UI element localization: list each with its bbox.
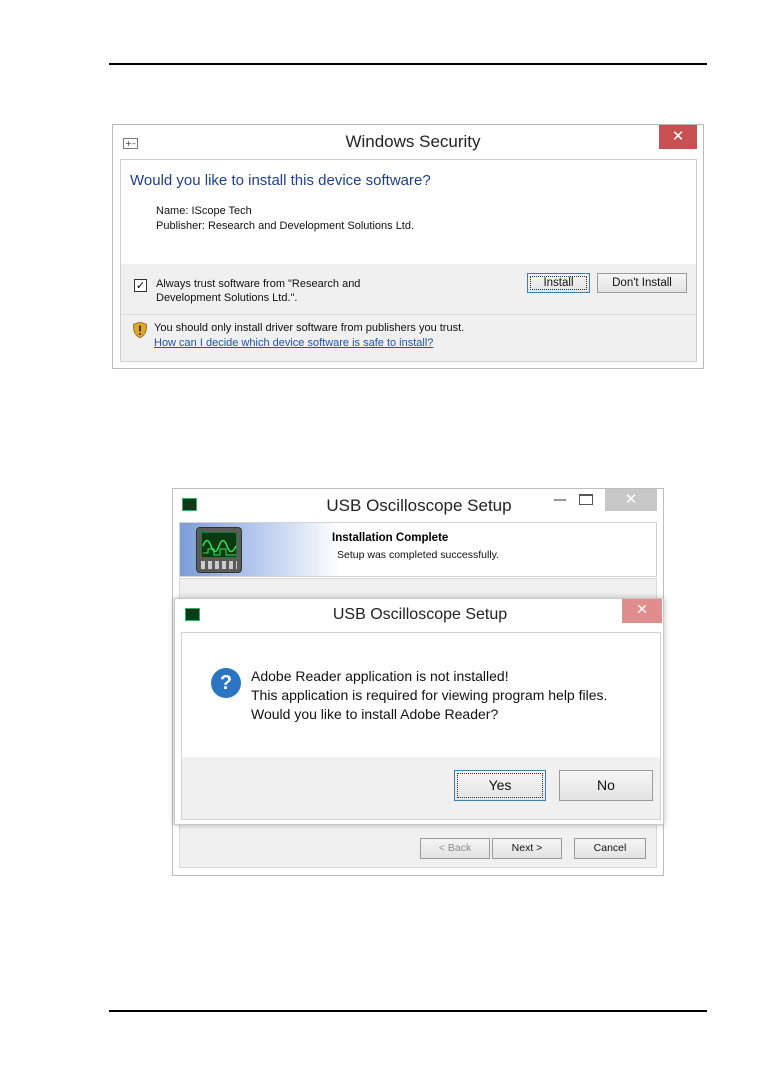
maximize-icon[interactable]: [579, 494, 593, 505]
setup-subheading: Setup was completed successfully.: [337, 549, 500, 561]
next-button[interactable]: Next >: [492, 838, 562, 859]
setup-heading: Installation Complete: [332, 532, 449, 544]
cancel-button[interactable]: Cancel: [574, 838, 646, 859]
message-line: This application is required for viewing…: [251, 687, 608, 703]
install-button[interactable]: Install: [527, 273, 590, 293]
waveform-icon: [202, 539, 237, 556]
close-icon[interactable]: ✕: [622, 599, 662, 623]
scope-knobs: [201, 561, 237, 569]
page-bottom-rule: [109, 1010, 707, 1012]
message-title: USB Oscilloscope Setup: [332, 606, 508, 623]
always-trust-label[interactable]: Always trust software from "Research and…: [156, 277, 396, 305]
divider: [121, 314, 696, 315]
help-link[interactable]: How can I decide which device software i…: [154, 337, 433, 349]
adobe-reader-message-box: USB Oscilloscope Setup ✕ ? Adobe Reader …: [174, 598, 664, 825]
title-bar: +– Windows Security ✕: [113, 125, 703, 159]
message-line: Would you like to install Adobe Reader?: [251, 706, 499, 722]
dont-install-button[interactable]: Don't Install: [597, 273, 687, 293]
setup-banner: [180, 523, 340, 576]
yes-button[interactable]: Yes: [454, 770, 546, 801]
shield-icon: [133, 322, 147, 338]
message-body: ? Adobe Reader application is not instal…: [181, 632, 661, 820]
oscilloscope-image: [196, 527, 242, 573]
page-top-rule: [109, 63, 707, 65]
close-icon[interactable]: ✕: [605, 489, 657, 511]
always-trust-checkbox[interactable]: ✓: [134, 279, 147, 292]
minimize-icon[interactable]: —: [552, 492, 568, 508]
dialog-title: Windows Security: [345, 132, 481, 151]
close-icon[interactable]: ✕: [659, 125, 697, 149]
device-name: Name: IScope Tech: [156, 205, 252, 217]
no-button[interactable]: No: [559, 770, 653, 801]
button-band: Yes No: [182, 757, 660, 819]
install-question: Would you like to install this device so…: [130, 172, 431, 189]
action-band: ✓ Always trust software from "Research a…: [121, 264, 696, 361]
windows-security-dialog: +– Windows Security ✕ Would you like to …: [112, 124, 704, 369]
dialog-body: Would you like to install this device so…: [120, 159, 697, 362]
setup-header: Installation Complete Setup was complete…: [179, 522, 657, 577]
scope-screen: [201, 532, 237, 558]
back-button[interactable]: < Back: [420, 838, 490, 859]
question-icon: ?: [211, 668, 241, 698]
message-line: Adobe Reader application is not installe…: [251, 668, 509, 684]
warning-text: You should only install driver software …: [154, 322, 465, 334]
publisher-name: Publisher: Research and Development Solu…: [156, 220, 415, 232]
